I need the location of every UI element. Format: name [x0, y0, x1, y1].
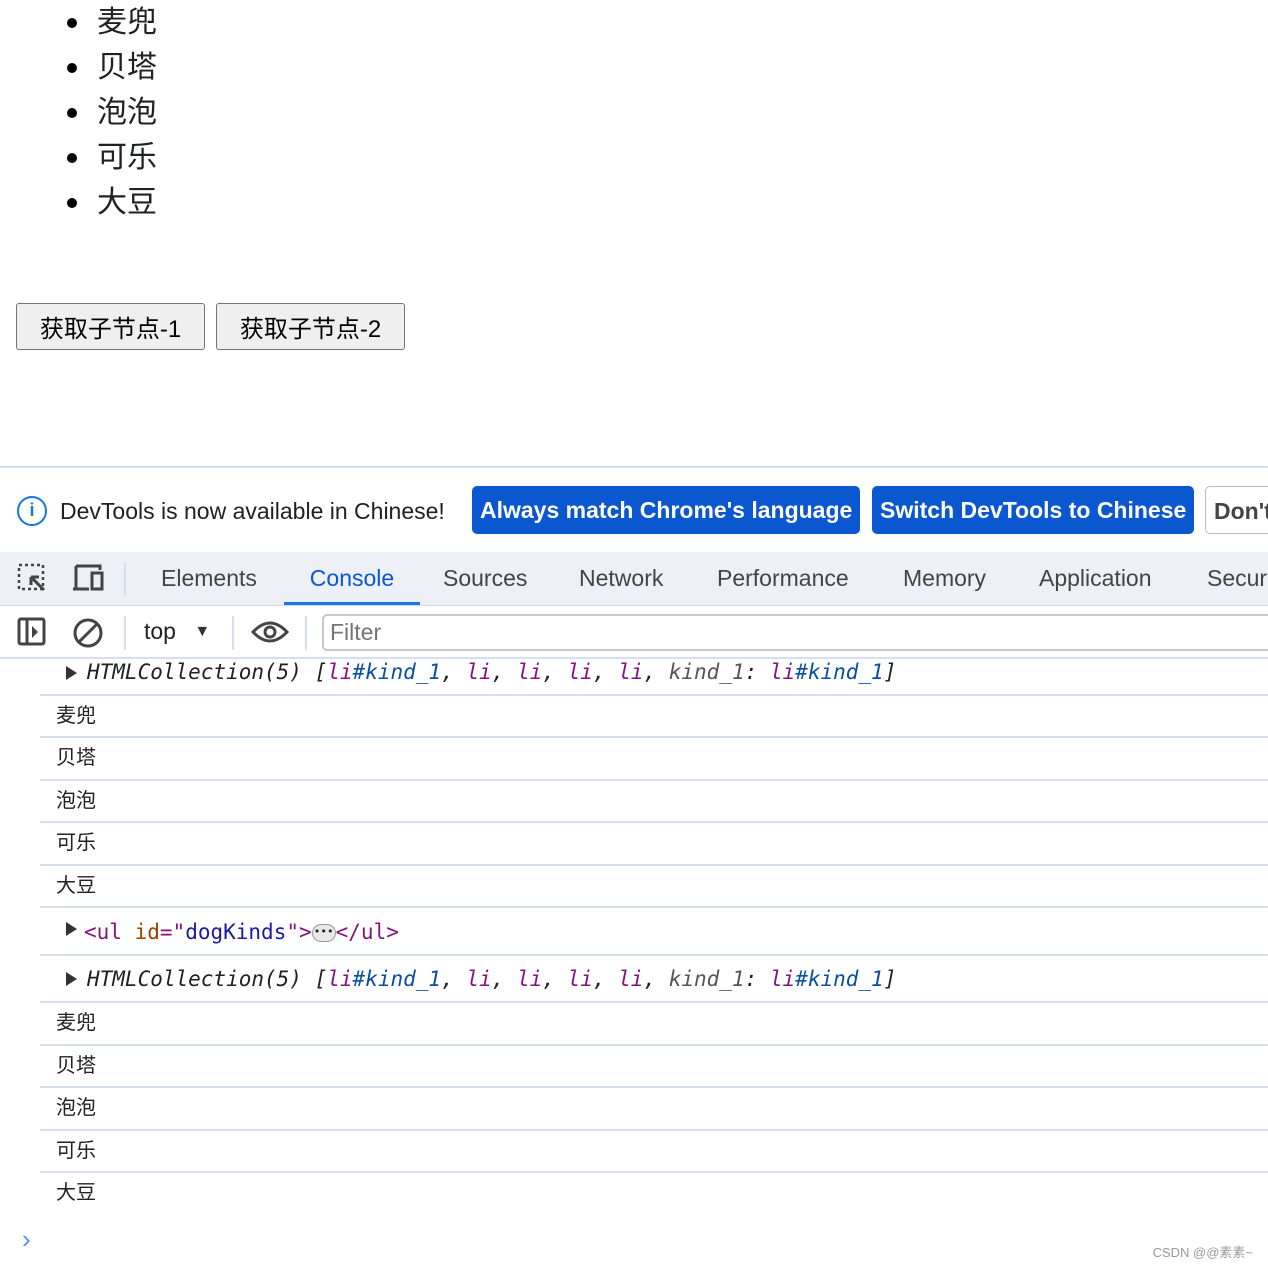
get-children-2-button[interactable]: 获取子节点-2: [216, 303, 405, 350]
item: li: [618, 660, 644, 684]
console-log: 大豆: [56, 1182, 96, 1204]
tab-security[interactable]: Security: [1207, 552, 1268, 605]
console-log: 贝塔: [40, 1046, 1268, 1088]
tag-end: ">: [286, 920, 312, 944]
bracket: ]: [883, 967, 897, 991]
dont-show-again-button[interactable]: Don't: [1205, 486, 1268, 534]
list-item: 大豆: [67, 180, 157, 225]
infobar-message: DevTools is now available in Chinese!: [60, 498, 445, 524]
console-toolbar: top ▼: [0, 606, 1268, 659]
console-log: 贝塔: [40, 738, 1268, 781]
always-match-language-button[interactable]: Always match Chrome's language: [472, 486, 861, 534]
attr-name: id: [134, 920, 160, 944]
item: li: [327, 967, 353, 991]
expand-triangle-icon[interactable]: [66, 666, 77, 680]
console-message-ul[interactable]: <ul id="dogKinds"> •••</ul>: [40, 908, 1268, 956]
collection-label: HTMLCollection(5): [87, 660, 302, 684]
console-prompt-icon[interactable]: ›: [22, 1224, 31, 1255]
item: li: [567, 967, 593, 991]
key-value-id: #kind_1: [795, 967, 884, 991]
clear-console-icon[interactable]: [72, 617, 104, 649]
console-log: 可乐: [40, 1131, 1268, 1173]
info-icon: i: [17, 496, 47, 526]
tab-application[interactable]: Application: [1039, 552, 1152, 605]
console-message-collection[interactable]: HTMLCollection(5) [li#kind_1, li, li, li…: [40, 660, 1268, 696]
context-label: top: [144, 618, 176, 644]
expand-triangle-icon[interactable]: [66, 972, 77, 986]
item: li: [466, 660, 492, 684]
tag-close: </ul>: [335, 920, 399, 944]
dropdown-arrow-icon: ▼: [194, 623, 211, 640]
live-expression-eye-icon[interactable]: [251, 620, 289, 644]
item-id: #kind_1: [352, 660, 442, 684]
list-item: 贝塔: [67, 45, 157, 90]
item: li: [466, 967, 492, 991]
key: kind_1: [668, 660, 745, 684]
devtools-tabbar: Elements Console Sources Network Perform…: [0, 552, 1268, 606]
item: li: [618, 967, 644, 991]
key-value: li: [769, 660, 796, 684]
attr-eq: =": [159, 920, 186, 944]
expand-triangle-icon[interactable]: [66, 922, 77, 936]
key: kind_1: [668, 967, 745, 991]
key-value: li: [769, 967, 796, 991]
tab-performance[interactable]: Performance: [717, 552, 849, 605]
console-log: 泡泡: [40, 781, 1268, 823]
item: li: [567, 660, 593, 684]
collection-label: HTMLCollection(5): [87, 967, 302, 991]
item: li: [516, 660, 543, 684]
item-id: #kind_1: [352, 967, 442, 991]
key-value-id: #kind_1: [795, 660, 884, 684]
item: li: [516, 967, 543, 991]
item: li: [327, 660, 353, 684]
list-item: 麦兜: [67, 0, 157, 45]
tab-network[interactable]: Network: [579, 552, 663, 605]
console-log: 大豆: [40, 866, 1268, 908]
filter-input[interactable]: [322, 614, 1268, 651]
console-log: 可乐: [40, 823, 1268, 866]
console-log: 麦兜: [40, 1003, 1268, 1046]
tab-elements[interactable]: Elements: [161, 552, 257, 605]
bracket: [: [314, 660, 328, 684]
tag-open: <ul: [84, 920, 122, 944]
device-toolbar-icon[interactable]: [72, 564, 106, 592]
console-log: 泡泡: [40, 1088, 1268, 1131]
context-selector[interactable]: top ▼: [144, 618, 210, 645]
console-message-collection[interactable]: HTMLCollection(5) [li#kind_1, li, li, li…: [40, 956, 1268, 1003]
bracket: ]: [883, 660, 897, 684]
list-item: 可乐: [67, 135, 157, 180]
console-log: 麦兜: [40, 696, 1268, 738]
list-item: 泡泡: [67, 90, 157, 135]
devtools-resize-handle[interactable]: [0, 466, 1268, 468]
attr-value: dogKinds: [185, 920, 287, 944]
inspect-element-icon[interactable]: [17, 563, 47, 593]
get-children-1-button[interactable]: 获取子节点-1: [16, 303, 205, 350]
tab-sources[interactable]: Sources: [443, 552, 527, 605]
switch-to-chinese-button[interactable]: Switch DevTools to Chinese: [872, 486, 1195, 534]
bracket: [: [314, 967, 328, 991]
sidebar-toggle-icon[interactable]: [17, 617, 47, 647]
tab-console[interactable]: Console: [284, 552, 420, 605]
watermark: CSDN @@素素~: [1152, 1245, 1253, 1260]
language-infobar: i DevTools is now available in Chinese! …: [0, 486, 1268, 536]
tab-memory[interactable]: Memory: [903, 552, 986, 605]
ellipsis-expand-button[interactable]: •••: [311, 924, 336, 942]
